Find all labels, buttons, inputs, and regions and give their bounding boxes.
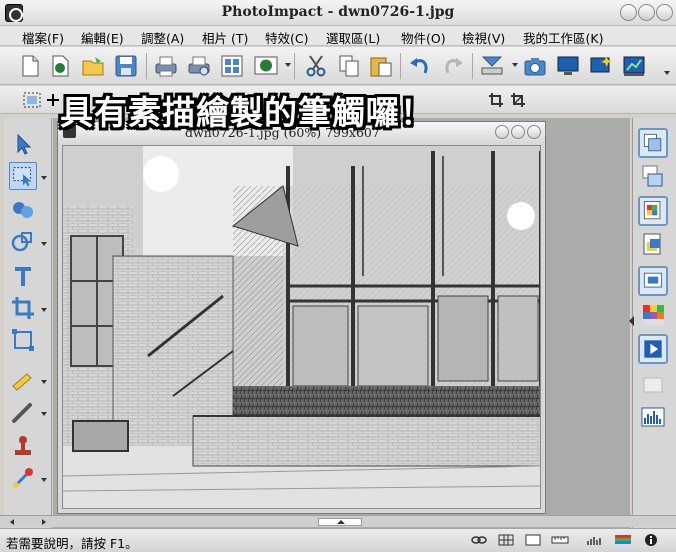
transform-icon[interactable] — [510, 92, 526, 108]
menu-object[interactable]: 物件(O) — [401, 28, 446, 47]
close-button[interactable] — [656, 4, 673, 21]
doc-minimize-button[interactable] — [495, 125, 509, 139]
menu-edit[interactable]: 編輯(E) — [81, 28, 124, 47]
document-window: dwn0726-1.jpg (60%) 799x607 — [57, 121, 546, 514]
magic-wand-tool-icon[interactable] — [9, 196, 37, 224]
expand-tab[interactable] — [318, 518, 362, 526]
menu-effects[interactable]: 特效(C) — [265, 28, 308, 47]
frame-icon[interactable] — [524, 533, 542, 547]
undo-icon[interactable] — [407, 53, 433, 79]
web-dropdown-arrow[interactable] — [285, 63, 291, 67]
crop-icon[interactable] — [488, 92, 504, 108]
window-title: PhotoImpact - dwn0726-1.jpg — [221, 4, 455, 20]
ruler-icon[interactable] — [551, 533, 569, 547]
print-preview-icon[interactable] — [186, 53, 212, 79]
stamp-tool-icon[interactable] — [9, 432, 37, 460]
layer-manager-icon[interactable] — [638, 162, 668, 192]
tool-dropdown-arrow[interactable] — [41, 380, 47, 384]
menu-photo[interactable]: 相片 (T) — [202, 28, 248, 47]
menu-selection[interactable]: 選取區(L) — [326, 28, 380, 47]
web-icon[interactable] — [253, 53, 279, 79]
swatch-icon[interactable] — [638, 300, 668, 330]
status-help-text: 若需要說明，請按 F1。 — [6, 536, 138, 551]
crop-tool-icon[interactable] — [9, 294, 37, 322]
chart-icon[interactable] — [621, 53, 647, 79]
scanner-icon[interactable] — [479, 53, 505, 79]
minimize-button[interactable] — [620, 4, 637, 21]
maximize-button[interactable] — [638, 4, 655, 21]
info-icon[interactable] — [642, 533, 660, 547]
menu-adjust[interactable]: 調整(A) — [141, 28, 184, 47]
cut-icon[interactable] — [303, 53, 329, 79]
toolbar-separator — [472, 53, 473, 79]
toolbar-overflow-arrow[interactable] — [664, 55, 670, 77]
panel-collapse-arrow[interactable] — [629, 316, 634, 326]
save-icon[interactable] — [113, 53, 139, 79]
open-web-icon[interactable] — [48, 53, 74, 79]
disabled-panel-icon[interactable] — [638, 370, 668, 400]
tool-dropdown-arrow[interactable] — [41, 478, 47, 482]
overlay-caption: 具有素描繪製的筆觸囉！ — [60, 93, 434, 132]
text-tool-icon[interactable] — [9, 262, 37, 290]
tool-dropdown-arrow[interactable] — [41, 412, 47, 416]
easy-palette-icon[interactable] — [638, 128, 668, 158]
selection-tool-icon[interactable] — [22, 91, 42, 109]
eyedropper-tool-icon[interactable] — [9, 464, 37, 492]
transform-tool-icon[interactable] — [9, 326, 37, 354]
add-icon[interactable] — [46, 92, 60, 108]
standard-toolbar — [0, 47, 676, 85]
menu-bar: 檔案(F) 編輯(E) 調整(A) 相片 (T) 特效(C) 選取區(L) 物件… — [0, 26, 676, 46]
toolbar-separator — [146, 53, 147, 79]
workspace-bottom-strip — [0, 515, 676, 527]
lasso-tool-icon[interactable] — [9, 228, 37, 256]
menu-view[interactable]: 檢視(V) — [462, 28, 505, 47]
paint-brush-tool-icon[interactable] — [9, 366, 37, 394]
color-bar-icon[interactable] — [614, 533, 632, 547]
play-icon[interactable] — [638, 334, 668, 364]
open-folder-icon[interactable] — [81, 53, 107, 79]
new-icon[interactable] — [17, 53, 43, 79]
doc-maximize-button[interactable] — [511, 125, 525, 139]
panel-manager — [632, 118, 676, 530]
grid-icon[interactable] — [497, 533, 515, 547]
gallery-icon[interactable] — [638, 196, 668, 226]
image-canvas[interactable] — [62, 145, 541, 509]
sketch-photo — [63, 146, 540, 508]
copy-icon[interactable] — [336, 53, 362, 79]
pick-tool-icon[interactable] — [9, 130, 37, 158]
tool-dropdown-arrow[interactable] — [41, 176, 47, 180]
tool-panel — [4, 118, 52, 530]
redo-icon[interactable] — [440, 53, 466, 79]
scroll-arrows-icon[interactable] — [8, 518, 48, 526]
histogram-icon[interactable] — [638, 402, 668, 432]
display-icon[interactable] — [555, 53, 581, 79]
retouch-tool-icon[interactable] — [9, 398, 37, 426]
scanner-dropdown-arrow[interactable] — [512, 63, 518, 67]
tool-dropdown-arrow[interactable] — [41, 242, 47, 246]
toolbar-separator — [294, 53, 295, 79]
standard-selection-tool-icon[interactable] — [9, 162, 37, 190]
thumbnail-icon[interactable] — [219, 53, 245, 79]
title-bar: PhotoImpact - dwn0726-1.jpg — [0, 0, 676, 26]
toolbar-separator — [400, 53, 401, 79]
status-bar: 若需要說明，請按 F1。 — [0, 528, 676, 552]
paste-icon[interactable] — [368, 53, 394, 79]
print-icon[interactable] — [153, 53, 179, 79]
magic-icon[interactable] — [588, 53, 614, 79]
camera-icon[interactable] — [522, 53, 548, 79]
menu-workspace[interactable]: 我的工作區(K) — [523, 28, 603, 47]
link-icon[interactable] — [470, 533, 488, 547]
tool-dropdown-arrow[interactable] — [41, 308, 47, 312]
menu-file[interactable]: 檔案(F) — [22, 28, 64, 47]
doc-close-button[interactable] — [527, 125, 541, 139]
levels-icon[interactable] — [586, 533, 604, 547]
quick-command-icon[interactable] — [638, 266, 668, 296]
library-icon[interactable] — [638, 230, 668, 260]
